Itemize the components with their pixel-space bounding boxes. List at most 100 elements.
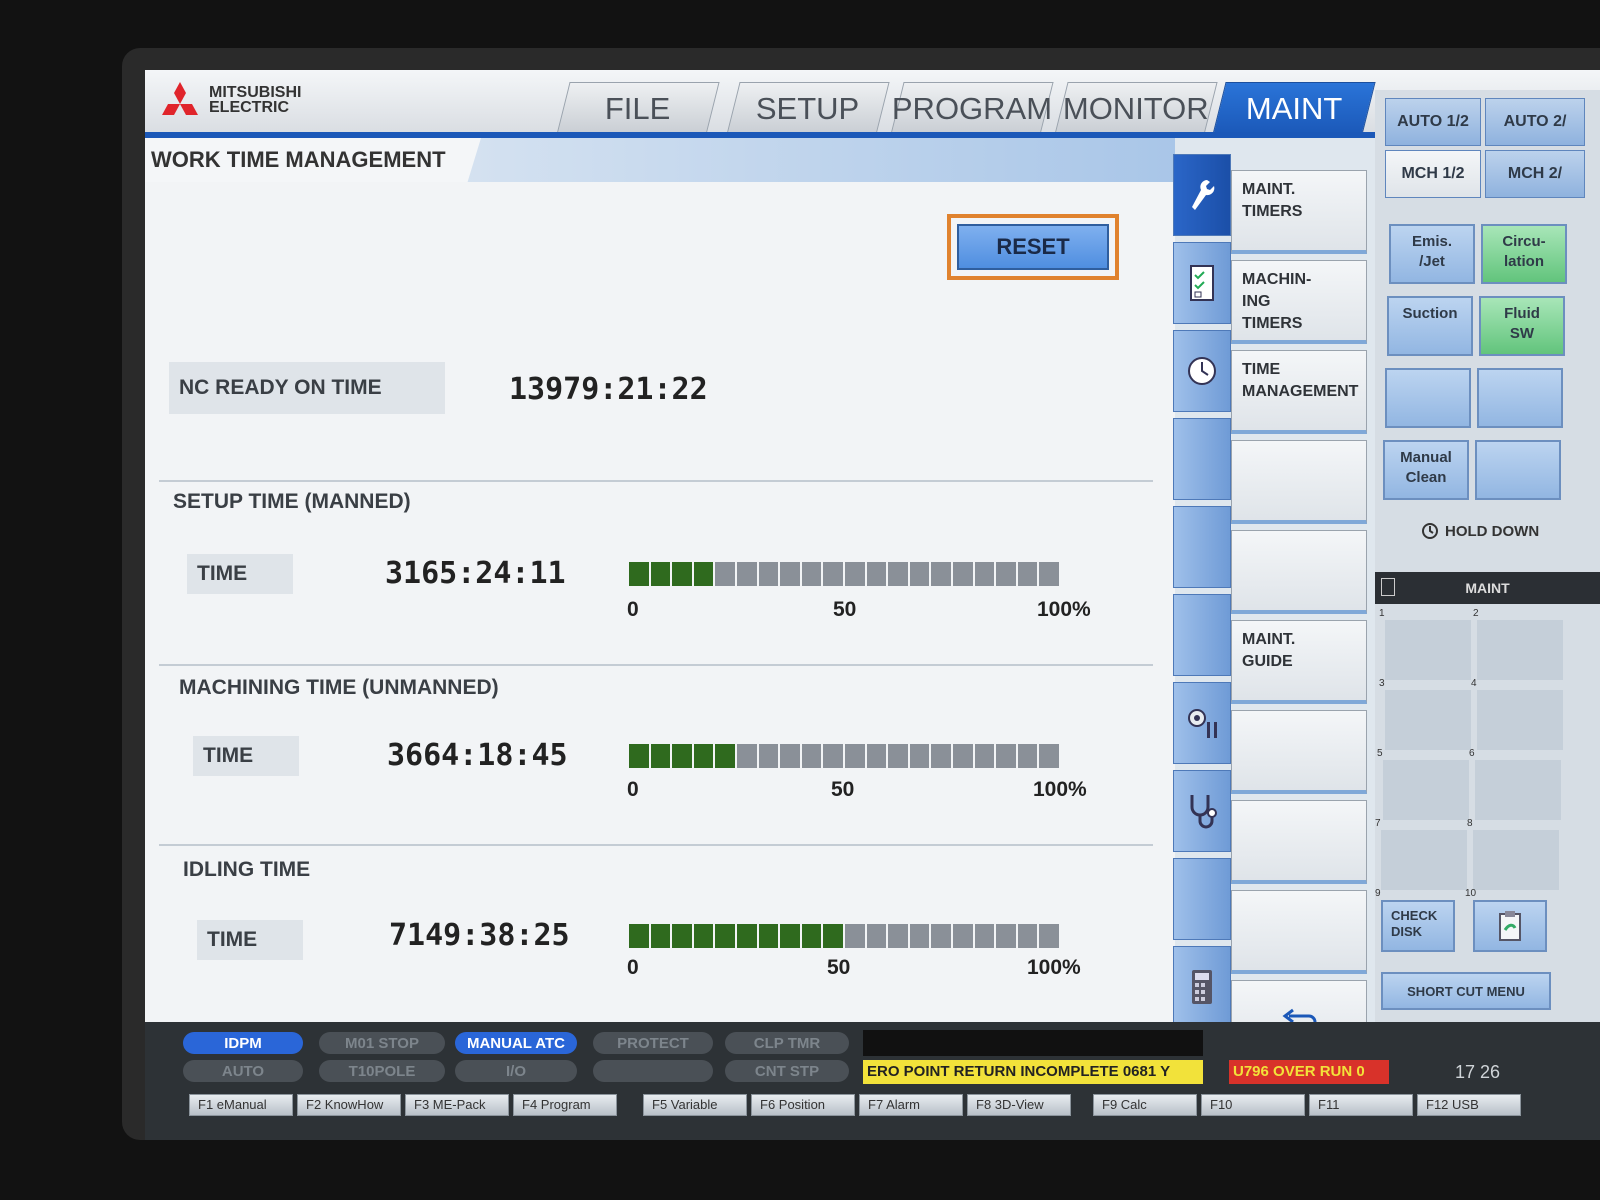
idling-progress-bar (629, 924, 1059, 948)
progress-segment (909, 744, 930, 768)
nc-ready-value: 13979:21:22 (509, 372, 708, 407)
f3-key[interactable]: F3 ME-Pack (405, 1094, 509, 1116)
grid-slot[interactable] (1477, 690, 1563, 750)
tab-mch-1[interactable]: MCH 1/2 (1385, 150, 1481, 198)
idling-time-section: IDLING TIME TIME 7149:38:25 0 50 100% (159, 844, 1153, 1026)
blank-function-button[interactable] (1477, 368, 1563, 428)
grid-number: 1 (1379, 608, 1385, 619)
tab-monitor[interactable]: MONITOR (1054, 82, 1218, 135)
suction-button[interactable]: Suction (1387, 296, 1473, 356)
progress-segment (736, 924, 757, 948)
emis-jet-button[interactable]: Emis./Jet (1389, 224, 1475, 284)
f11-key[interactable]: F11 (1309, 1094, 1413, 1116)
reset-button[interactable]: RESET (957, 224, 1109, 270)
progress-segment (672, 924, 692, 948)
menu-blank[interactable] (1231, 440, 1367, 524)
checklist-icon-button[interactable] (1173, 242, 1231, 324)
settings-icon-button[interactable] (1173, 682, 1231, 764)
maint-header: MAINT (1375, 572, 1600, 604)
progress-segment (629, 924, 649, 948)
blank-icon-button[interactable] (1173, 506, 1231, 588)
menu-blank[interactable] (1231, 890, 1367, 974)
tab-file[interactable]: FILE (556, 82, 720, 135)
progress-segment (844, 562, 865, 586)
f6-key[interactable]: F6 Position (751, 1094, 855, 1116)
menu-blank[interactable] (1231, 530, 1367, 614)
progress-segment (801, 924, 822, 948)
blank-function-button[interactable] (1475, 440, 1561, 500)
grid-slot[interactable] (1381, 830, 1467, 890)
progress-segment (758, 744, 779, 768)
progress-segment (952, 562, 973, 586)
menu-machining-timers[interactable]: MACHIN- ING TIMERS (1231, 260, 1367, 344)
reset-frame: RESET (947, 214, 1119, 280)
grid-slot[interactable] (1385, 690, 1471, 750)
f12-key[interactable]: F12 USB (1417, 1094, 1521, 1116)
progress-segment (1017, 924, 1038, 948)
progress-segment (974, 744, 995, 768)
scale-max: 100% (1033, 778, 1087, 801)
grid-number: 2 (1473, 608, 1479, 619)
menu-maint-guide[interactable]: MAINT. GUIDE (1231, 620, 1367, 704)
tab-program[interactable]: PROGRAM (890, 82, 1054, 135)
f4-key[interactable]: F4 Program (513, 1094, 617, 1116)
progress-segment (1017, 744, 1038, 768)
alarm-over-run[interactable]: U796 OVER RUN 0 (1229, 1060, 1389, 1084)
setup-time-value: 3165:24:11 (385, 556, 566, 591)
alarm-zero-point[interactable]: ERO POINT RETURN INCOMPLETE 0681 Y (863, 1060, 1203, 1084)
blank-icon-button[interactable] (1173, 418, 1231, 500)
time-label: TIME (197, 920, 303, 960)
grid-slot[interactable] (1385, 620, 1471, 680)
wrench-icon-button[interactable] (1173, 154, 1231, 236)
grid-slot[interactable] (1473, 830, 1559, 890)
menu-blank[interactable] (1231, 800, 1367, 884)
blank-function-button[interactable] (1385, 368, 1471, 428)
scale-mid: 50 (831, 778, 855, 801)
hold-down-hint: HOLD DOWN (1421, 522, 1539, 540)
scale-min: 0 (627, 778, 639, 801)
f7-key[interactable]: F7 Alarm (859, 1094, 963, 1116)
tab-setup[interactable]: SETUP (726, 82, 890, 135)
tab-auto-1[interactable]: AUTO 1/2 (1385, 98, 1481, 146)
menu-blank[interactable] (1231, 710, 1367, 794)
f9-key[interactable]: F9 Calc (1093, 1094, 1197, 1116)
tab-maint[interactable]: MAINT (1212, 82, 1376, 135)
grid-slot[interactable] (1477, 620, 1563, 680)
progress-segment (844, 744, 865, 768)
f5-key[interactable]: F5 Variable (643, 1094, 747, 1116)
progress-segment (888, 562, 908, 586)
tab-auto-2[interactable]: AUTO 2/ (1485, 98, 1585, 146)
f8-key[interactable]: F8 3D-View (967, 1094, 1071, 1116)
menu-time-management[interactable]: TIME MANAGEMENT (1231, 350, 1367, 434)
manual-clean-button[interactable]: Manual Clean (1383, 440, 1469, 500)
grid-number: 4 (1471, 678, 1477, 689)
progress-segment (736, 562, 757, 586)
check-disk-button[interactable]: CHECK DISK (1381, 900, 1455, 952)
blank-icon-button[interactable] (1173, 858, 1231, 940)
progress-segment (931, 924, 951, 948)
progress-segment (629, 562, 649, 586)
f1-key[interactable]: F1 eManual (189, 1094, 293, 1116)
grid-slot[interactable] (1383, 760, 1469, 820)
cnc-screen: MITSUBISHI ELECTRIC FILE SETUP PROGRAM M… (145, 70, 1600, 1140)
time-label: TIME (193, 736, 299, 776)
progress-segment (974, 562, 995, 586)
f10-key[interactable]: F10 (1201, 1094, 1305, 1116)
short-cut-menu-button[interactable]: SHORT CUT MENU (1381, 972, 1551, 1010)
grid-number: 9 (1375, 888, 1381, 899)
stethoscope-icon-button[interactable] (1173, 770, 1231, 852)
calculator-icon-button[interactable] (1173, 946, 1231, 1028)
menu-maint-timers[interactable]: MAINT. TIMERS (1231, 170, 1367, 254)
clock-icon-button[interactable] (1173, 330, 1231, 412)
progress-segment (693, 924, 714, 948)
fluid-sw-button[interactable]: Fluid SW (1479, 296, 1565, 356)
clipboard-button[interactable] (1473, 900, 1547, 952)
grid-slot[interactable] (1475, 760, 1561, 820)
setup-progress-bar (629, 562, 1059, 586)
tab-mch-2[interactable]: MCH 2/ (1485, 150, 1585, 198)
f2-key[interactable]: F2 KnowHow (297, 1094, 401, 1116)
circulation-button[interactable]: Circu-lation (1481, 224, 1567, 284)
blank-icon-button[interactable] (1173, 594, 1231, 676)
machining-progress-bar (629, 744, 1059, 768)
progress-segment (672, 562, 692, 586)
